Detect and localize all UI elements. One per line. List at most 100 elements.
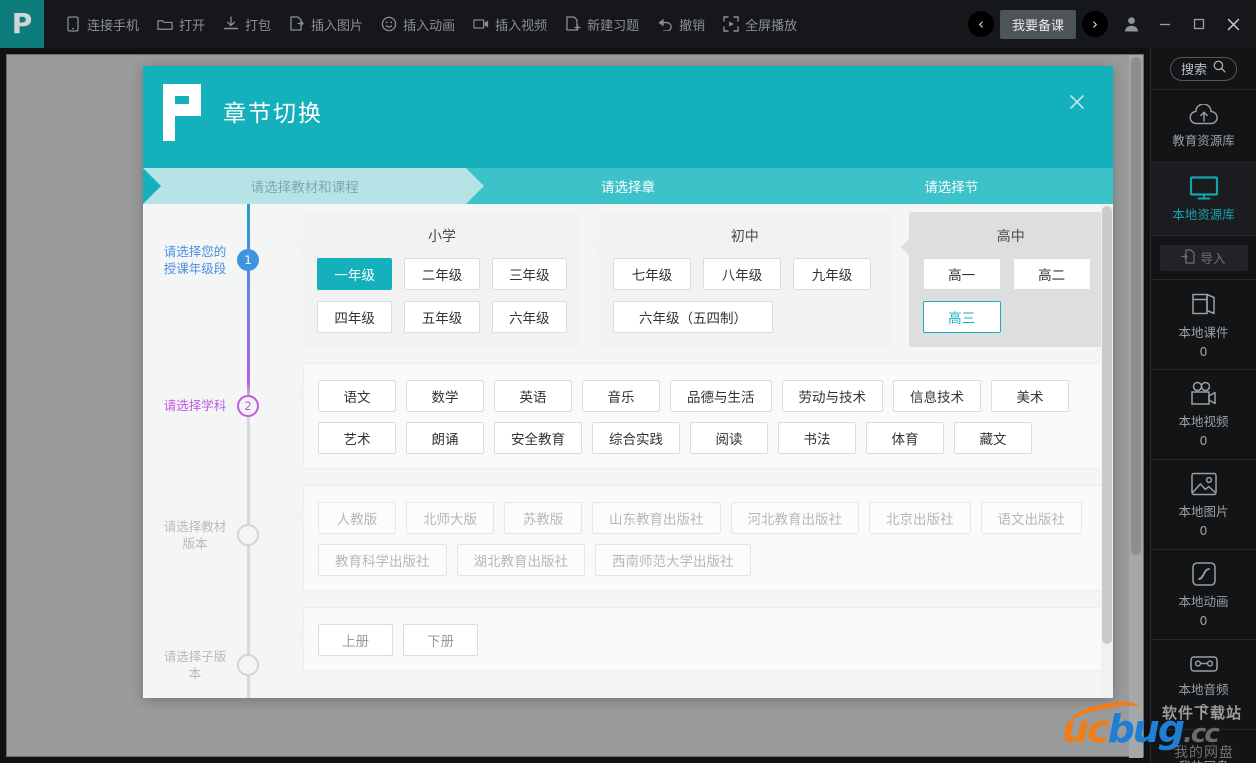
timeline-label-grade: 请选择您的 授课年级段	[155, 244, 235, 278]
grade-button-senior1[interactable]: 高一	[923, 258, 1001, 290]
dialog-scrollbar[interactable]	[1101, 204, 1113, 698]
dialog-body: 请选择您的 授课年级段 1 请选择学科 2 请选择教材 版本 请选择子版 本	[143, 204, 1113, 698]
publisher-chip-1[interactable]: 北师大版	[406, 502, 494, 534]
picture-icon	[1190, 471, 1218, 500]
nav-next-button[interactable]: ›	[1082, 11, 1108, 37]
publisher-chip-8[interactable]: 湖北教育出版社	[457, 544, 586, 576]
courseware-icon	[1190, 290, 1218, 321]
step-select-section[interactable]: 请选择节	[790, 168, 1113, 204]
publisher-chip-5[interactable]: 北京出版社	[869, 502, 971, 534]
sidebar-item-local-picture[interactable]: 本地图片 0	[1151, 460, 1256, 550]
subject-chip-5[interactable]: 劳动与技术	[782, 380, 884, 412]
grade-button-grade5[interactable]: 五年级	[404, 301, 479, 333]
grade-button-grade9[interactable]: 九年级	[793, 258, 871, 290]
subject-box-arrow	[296, 386, 304, 402]
grade-button-grade1[interactable]: 一年级	[317, 258, 392, 290]
grade-button-grade8[interactable]: 八年级	[703, 258, 781, 290]
grade-button-grade7[interactable]: 七年级	[613, 258, 691, 290]
grade-button-grade3[interactable]: 三年级	[492, 258, 567, 290]
sidebar-item-local-audio[interactable]: 本地音频 0	[1151, 640, 1256, 730]
subject-chip-10[interactable]: 安全教育	[494, 422, 582, 454]
toolbar-insert-animation[interactable]: 插入动画	[372, 0, 464, 48]
timeline-node-3	[237, 524, 259, 546]
timeline-node-2[interactable]: 2	[237, 395, 259, 417]
grade-button-grade6-54[interactable]: 六年级（五四制）	[613, 301, 773, 333]
toolbar-fullscreen-play[interactable]: 全屏播放	[714, 0, 806, 48]
grade-button-senior3[interactable]: 高三	[923, 301, 1001, 333]
grade-button-grade4[interactable]: 四年级	[317, 301, 392, 333]
dialog-scrollbar-thumb[interactable]	[1102, 206, 1112, 644]
publisher-chip-9[interactable]: 西南师范大学出版社	[595, 544, 751, 576]
download-package-icon	[223, 16, 239, 32]
subject-chip-9[interactable]: 朗诵	[406, 422, 484, 454]
step-select-chapter[interactable]: 请选择章	[466, 168, 789, 204]
canvas-scrollbar[interactable]	[1129, 55, 1143, 758]
toolbar-new-exercise[interactable]: 新建习题	[556, 0, 648, 48]
sidebar-item-local-animation[interactable]: 本地动画 0	[1151, 550, 1256, 640]
publisher-chip-4[interactable]: 河北教育出版社	[731, 502, 860, 534]
subject-chip-11[interactable]: 综合实践	[592, 422, 680, 454]
timeline-line	[247, 204, 250, 698]
user-icon[interactable]	[1114, 16, 1148, 32]
subject-chip-12[interactable]: 阅读	[690, 422, 768, 454]
volume-chip-second[interactable]: 下册	[403, 624, 478, 656]
toolbar-connect-phone[interactable]: 连接手机	[56, 0, 148, 48]
sidebar-item-local-resource-library[interactable]: 本地资源库	[1151, 163, 1256, 236]
sidebar-item-netdisk[interactable]: 我的网盘	[1151, 730, 1256, 763]
dialog-title: 章节切换	[223, 94, 323, 128]
prepare-lesson-button[interactable]: 我要备课	[1000, 10, 1076, 39]
subject-chip-2[interactable]: 英语	[494, 380, 572, 412]
close-icon[interactable]	[1063, 88, 1091, 116]
publisher-chip-2[interactable]: 苏教版	[504, 502, 582, 534]
subject-chip-list: 语文 数学 英语 音乐 品德与生活 劳动与技术 信息技术 美术 艺术 朗诵 安全…	[318, 380, 1098, 454]
window-close-button[interactable]	[1216, 0, 1256, 48]
subject-chip-7[interactable]: 美术	[991, 380, 1069, 412]
toolbar-insert-image[interactable]: 插入图片	[280, 0, 372, 48]
window-minimize-button[interactable]	[1148, 0, 1182, 48]
timeline-node-1[interactable]: 1	[237, 249, 259, 271]
import-button-label: 导入	[1200, 248, 1225, 267]
search-input[interactable]: 搜索	[1170, 57, 1237, 81]
toolbar-open[interactable]: 打开	[148, 0, 214, 48]
sidebar-item-edu-resource-library[interactable]: 教育资源库	[1151, 90, 1256, 163]
grade-row: 六年级（五四制）	[613, 301, 877, 333]
toolbar-insert-video[interactable]: 插入视频	[464, 0, 556, 48]
sidebar-item-local-video[interactable]: 本地视频 0	[1151, 370, 1256, 460]
publisher-chip-0[interactable]: 人教版	[318, 502, 396, 534]
publisher-chip-7[interactable]: 教育科学出版社	[318, 544, 447, 576]
toolbar-insert-image-label: 插入图片	[311, 15, 363, 34]
toolbar-connect-phone-label: 连接手机	[87, 15, 139, 34]
canvas-scrollbar-thumb[interactable]	[1131, 57, 1141, 555]
grade-button-grade6[interactable]: 六年级	[492, 301, 567, 333]
step-select-textbook-course[interactable]: 请选择教材和课程	[143, 168, 466, 204]
toolbar-undo[interactable]: 撤销	[648, 0, 714, 48]
publisher-chip-6[interactable]: 语文出版社	[981, 502, 1083, 534]
volume-section: 上册 下册	[303, 607, 1113, 671]
timeline-label-subject: 请选择学科	[155, 398, 235, 415]
volume-chip-first[interactable]: 上册	[318, 624, 393, 656]
nav-prev-button[interactable]: ‹	[968, 11, 994, 37]
grade-button-grade2[interactable]: 二年级	[404, 258, 479, 290]
toolbar-package[interactable]: 打包	[214, 0, 280, 48]
app-logo-letter: P	[12, 10, 33, 38]
subject-chip-0[interactable]: 语文	[318, 380, 396, 412]
subject-chip-4[interactable]: 品德与生活	[670, 380, 772, 412]
subject-chip-8[interactable]: 艺术	[318, 422, 396, 454]
dialog-content: 小学 一年级 二年级 三年级 四年级 五年级 六年级	[303, 204, 1113, 687]
grade-button-senior2[interactable]: 高二	[1013, 258, 1091, 290]
import-icon	[1181, 249, 1195, 267]
subject-chip-6[interactable]: 信息技术	[893, 380, 981, 412]
subject-chip-1[interactable]: 数学	[406, 380, 484, 412]
subject-chip-15[interactable]: 藏文	[954, 422, 1032, 454]
sidebar-item-local-courseware[interactable]: 本地课件 0	[1151, 280, 1256, 370]
dialog-header: 章节切换	[143, 66, 1113, 168]
subject-chip-14[interactable]: 体育	[866, 422, 944, 454]
import-button[interactable]: 导入	[1160, 245, 1248, 271]
subject-chip-13[interactable]: 书法	[778, 422, 856, 454]
timeline-label-grade-line1: 请选择您的	[155, 244, 235, 261]
toolbar-package-label: 打包	[245, 15, 271, 34]
publisher-chip-3[interactable]: 山东教育出版社	[592, 502, 721, 534]
window-maximize-button[interactable]	[1182, 0, 1216, 48]
subject-chip-3[interactable]: 音乐	[582, 380, 660, 412]
sidebar-item-local-audio-label: 本地音频	[1178, 682, 1228, 697]
